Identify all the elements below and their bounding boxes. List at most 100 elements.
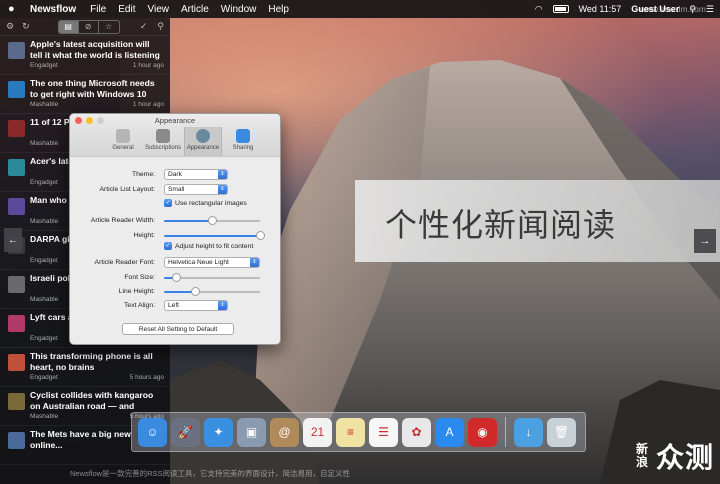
article-source: Engadget [30,335,58,342]
zoom-button[interactable] [97,117,104,124]
article-source: Mashable [30,140,59,147]
pen-icon [156,129,170,143]
menu-app-name[interactable]: Newsflow [30,4,76,15]
checkmark-icon: ✓ [164,242,172,250]
article-item[interactable]: Apple's latest acquisition will tell it … [0,36,170,75]
article-time: 1 hour ago [132,101,164,108]
slider-knob[interactable] [190,287,200,296]
layout-label: Article List Layout: [99,186,155,193]
font-row: Article Reader Font: Helvetica Neue Ligh… [70,257,280,269]
banner-text: 个性化新闻阅读 [385,206,617,244]
trash-icon[interactable]: 🗑 [547,417,576,447]
tab-subscriptions[interactable]: Subscriptions [144,127,182,156]
slider-knob[interactable] [256,231,265,240]
tab-sharing[interactable]: Sharing [224,127,262,156]
article-source: Mashable [30,413,59,420]
slider-knob[interactable] [208,216,217,225]
app-store-icon[interactable]: A [435,417,464,447]
search-icon[interactable]: ⚲ [157,21,164,32]
reset-defaults-button[interactable]: Reset All Setting to Default [122,323,234,335]
lineheight-row: Line Height: [70,286,280,298]
prefs-title: Appearance [154,116,196,125]
article-title: The one thing Microsoft needs to get rig… [30,78,155,99]
article-source: Engadget [30,62,58,69]
star-filter-icon[interactable]: ☆ [99,21,119,33]
article-source: Mashable [30,218,59,225]
font-select[interactable]: Helvetica Neue Light ⇕ [164,257,260,268]
list-filter-icon[interactable]: ▤ [58,20,79,33]
article-thumbnail [8,120,25,137]
newsflow-icon[interactable]: ◉ [468,417,497,447]
select-arrow-icon: ⇕ [218,301,227,310]
close-button[interactable] [75,117,82,124]
tab-general-label: General [112,145,134,151]
theme-select[interactable]: Dark ⇕ [164,169,228,180]
previous-arrow-button[interactable]: ← [4,228,22,252]
article-item[interactable]: The one thing Microsoft needs to get rig… [0,75,170,114]
palette-icon [196,129,210,143]
reminders-icon[interactable]: ☰ [369,417,398,447]
filter-segment: ▤ ⊘ ☆ [57,19,120,34]
rect-images-row: ✓ Use rectangular images [70,199,280,211]
contacts-icon[interactable]: @ [270,417,299,447]
list-icon[interactable]: ☰ [706,4,714,15]
preview-icon[interactable]: ▣ [237,417,266,447]
safari-icon[interactable]: ✦ [204,417,233,447]
menu-article[interactable]: Article [181,4,209,15]
photos-icon[interactable]: ✿ [402,417,431,447]
slider-knob[interactable] [171,273,181,282]
refresh-icon[interactable]: ↻ [22,21,30,32]
layout-row: Article List Layout: Small ⇕ [70,184,280,196]
fontsize-label: Font Size: [124,274,155,281]
article-item[interactable]: This transforming phone is all heart, no… [0,348,170,387]
height-slider[interactable] [164,231,265,240]
article-thumbnail [8,159,25,176]
finder-icon[interactable]: ☺ [138,417,167,447]
adjust-height-label: Adjust height to fit content [175,242,254,250]
rect-images-checkbox[interactable]: ✓ Use rectangular images [164,199,247,207]
launchpad-icon[interactable]: 🚀 [171,417,200,447]
calendar-icon[interactable]: 21 [303,417,332,447]
width-label: Article Reader Width: [90,217,155,224]
tab-appearance-label: Appearance [186,145,220,151]
menu-window[interactable]: Window [221,4,257,15]
minimize-button[interactable] [86,117,93,124]
lineheight-slider[interactable] [164,287,260,296]
adjust-height-checkbox[interactable]: ✓ Adjust height to fit content [164,242,253,250]
font-value: Helvetica Neue Light [168,259,229,266]
menu-view[interactable]: View [147,4,169,15]
watermark-logo: 新浪 众测 [636,436,714,476]
article-thumbnail [8,198,25,215]
align-select[interactable]: Left ⇕ [164,300,228,311]
next-arrow-button[interactable]: → [694,229,716,253]
layout-select[interactable]: Small ⇕ [164,184,228,195]
notes-icon[interactable]: ≡ [336,417,365,447]
prefs-tabs: General Subscriptions Appearance Sharing [70,127,280,157]
settings-icon[interactable]: ⚙ [6,21,14,32]
downloads-icon[interactable]: ↓ [514,417,543,447]
article-thumbnail [8,276,25,293]
unread-filter-icon[interactable]: ⊘ [79,20,99,33]
menu-edit[interactable]: Edit [118,4,135,15]
apple-icon[interactable]: ● [8,3,18,15]
tab-general[interactable]: General [104,127,142,156]
watermark-big: 众测 [655,442,714,473]
article-title: This transforming phone is all heart, no… [30,351,153,372]
menubar-clock[interactable]: Wed 11:57 [579,4,622,14]
tab-appearance[interactable]: Appearance [184,127,222,156]
align-row: Text Align: Left ⇕ [70,300,280,312]
article-time: 1 hour ago [132,62,164,69]
fontsize-row: Font Size: [70,272,280,284]
select-arrow-icon: ⇕ [218,170,227,179]
article-thumbnail [8,393,25,410]
battery-icon[interactable] [552,5,569,13]
mark-read-icon[interactable]: ✓ [140,21,148,32]
dock: ☺ 🚀 ✦ ▣ @21 ≡ ☰ ✿ A ◉ ↓ 🗑 [131,412,586,452]
wifi-icon[interactable]: ◠ [535,4,543,15]
menu-file[interactable]: File [90,4,106,15]
width-slider[interactable] [164,216,260,225]
article-thumbnail [8,432,25,449]
fontsize-slider[interactable] [164,273,260,282]
article-source: Engadget [30,179,58,186]
menu-help[interactable]: Help [268,4,289,15]
